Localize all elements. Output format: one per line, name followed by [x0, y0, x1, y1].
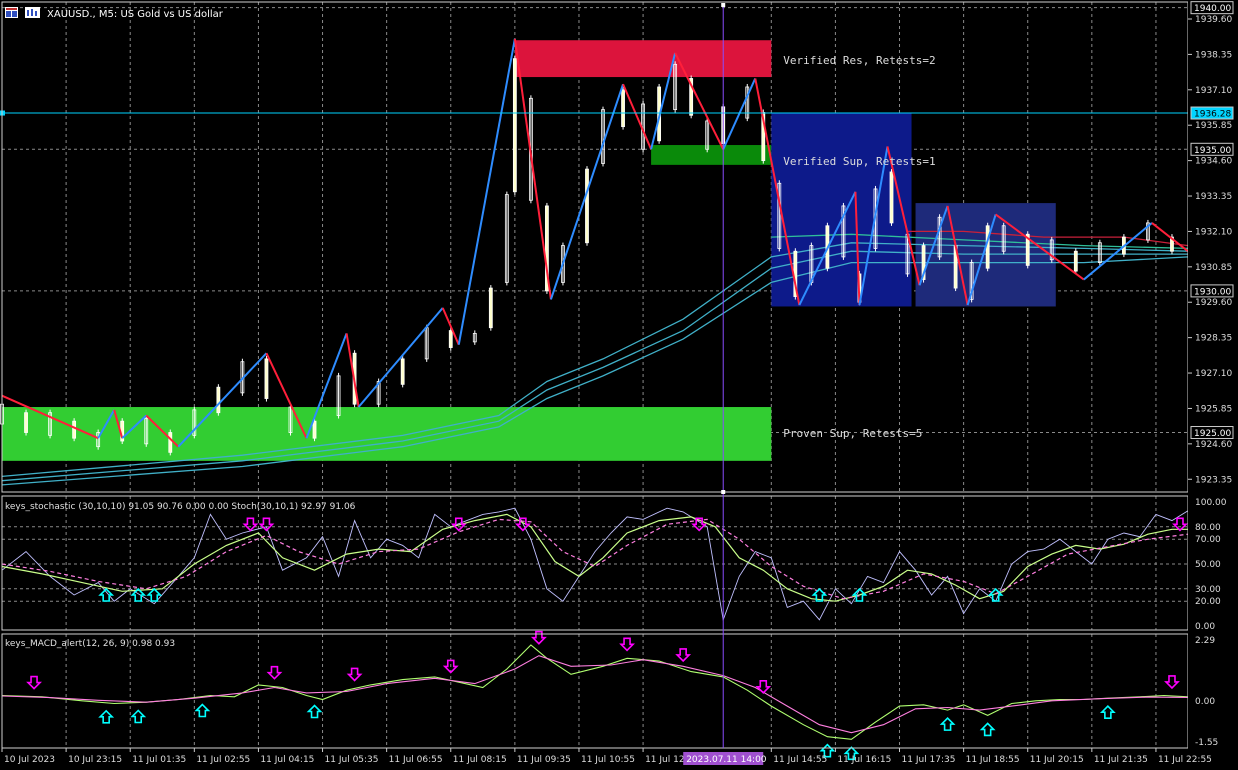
stochastic-tick-label: 70.00: [1195, 535, 1221, 545]
candle-body: [400, 358, 405, 385]
level-price-label: 1930.00: [1194, 287, 1231, 297]
stochastic-tick-label: 0.00: [1195, 622, 1215, 632]
macd-tick-label: 0.00: [1195, 697, 1215, 707]
price-tick-label: 1937.10: [1195, 86, 1232, 96]
chart-type-icon[interactable]: [25, 7, 40, 18]
price-axes: 1939.60 1938.35 1937.10 1935.85 1934.60 1933.…: [1188, 0, 1238, 770]
price-tick-label: 1935.85: [1195, 121, 1232, 131]
macd-tick-label: -1.55: [1195, 738, 1218, 748]
price-tick-label: 1939.60: [1195, 15, 1232, 25]
time-tick-label: 11 Jul 17:35: [902, 755, 956, 765]
zone-resistance[interactable]: [514, 40, 772, 78]
zone-support_proven[interactable]: [2, 407, 772, 461]
candle-body: [889, 171, 894, 224]
time-tick-label: 10 Jul 23:15: [68, 755, 122, 765]
candle-body: [216, 386, 221, 414]
level-price-label: 1940.00: [1194, 4, 1231, 14]
time-tick-label: 11 Jul 16:15: [837, 755, 891, 765]
price-tick-label: 1933.35: [1195, 192, 1232, 202]
candle-body: [264, 358, 269, 399]
macd-tick-label: 2.29: [1195, 636, 1215, 646]
stochastic-tick-label: 20.00: [1195, 597, 1221, 607]
time-tick-label: 11 Jul 09:35: [517, 755, 571, 765]
chart-root: Verified Res, Retests=2 Verified Sup, Ret…: [0, 0, 1238, 770]
candle-body: [312, 420, 317, 439]
level-price-label: 1935.00: [1194, 146, 1231, 156]
time-tick-label: 11 Jul 20:15: [1030, 755, 1084, 765]
time-tick-label: 11 Jul 04:15: [260, 755, 314, 765]
candle-body: [448, 330, 453, 348]
price-tick-label: 1927.10: [1195, 369, 1232, 379]
candle-body: [24, 412, 28, 433]
candle-body: [621, 89, 625, 128]
current-price-label: 1936.28: [1194, 110, 1231, 120]
crosshair-top-handle[interactable]: [721, 3, 726, 7]
zone-label: Verified Res, Retests=2: [783, 54, 935, 67]
stochastic-tick-label: 50.00: [1195, 560, 1221, 570]
candle-body: [488, 287, 493, 329]
time-tick-label: 11 Jul 05:35: [325, 755, 379, 765]
chart-background: [0, 0, 1238, 770]
crosshair-bottom-handle[interactable]: [721, 490, 726, 494]
price-tick-label: 1930.85: [1195, 263, 1232, 273]
zone-support_small[interactable]: [651, 145, 772, 165]
price-tick-label: 1928.35: [1195, 334, 1232, 344]
price-tick-label: 1934.60: [1195, 157, 1232, 167]
price-tick-label: 1929.60: [1195, 298, 1232, 308]
price-tick-label: 1932.10: [1195, 227, 1232, 237]
stochastic-title: keys_stochastic (30,10,10) 91.05 90.76 0…: [5, 502, 356, 512]
zone-box_slate[interactable]: [915, 203, 1056, 307]
crosshair-time-label: 2023.07.11 14:00: [686, 755, 767, 765]
candle-body: [585, 168, 589, 244]
price-tick-label: 1925.85: [1195, 404, 1232, 414]
stochastic-tick-label: 30.00: [1195, 585, 1221, 595]
candle-body: [512, 58, 517, 193]
price-tick-label: 1924.60: [1195, 440, 1232, 450]
time-tick-label: 11 Jul 10:55: [581, 755, 635, 765]
stochastic-tick-label: 80.00: [1195, 523, 1221, 533]
candle-body: [168, 432, 173, 453]
time-tick-label: 11 Jul 08:15: [453, 755, 507, 765]
zone-label: Proven Sup, Retests=5: [783, 427, 922, 440]
level-price-label: 1925.00: [1194, 429, 1231, 439]
symbol-title: XAUUSD., M5: US Gold vs US dollar: [47, 9, 224, 20]
zone-label: Verified Sup, Retests=1: [783, 155, 935, 168]
candle-body: [1073, 250, 1078, 272]
time-tick-label: 10 Jul 2023: [4, 755, 55, 765]
time-tick-label: 11 Jul 06:55: [389, 755, 443, 765]
time-tick-label: 11 Jul 22:55: [1158, 755, 1212, 765]
time-tick-label: 11 Jul 02:55: [196, 755, 250, 765]
price-tick-label: 1938.35: [1195, 50, 1232, 60]
time-tick-label: 11 Jul 18:55: [966, 755, 1020, 765]
price-tick-label: 1923.35: [1195, 475, 1232, 485]
time-tick-label: 11 Jul 01:35: [132, 755, 186, 765]
time-tick-label: 11 Jul 14:55: [773, 755, 827, 765]
candle-body: [72, 420, 77, 439]
macd-title: keys_MACD_alert(12, 26, 9) 0.98 0.93: [5, 639, 175, 649]
stochastic-tick-label: 100.00: [1195, 498, 1227, 508]
time-tick-label: 11 Jul 21:35: [1094, 755, 1148, 765]
window-menu-icon[interactable]: [5, 7, 18, 18]
